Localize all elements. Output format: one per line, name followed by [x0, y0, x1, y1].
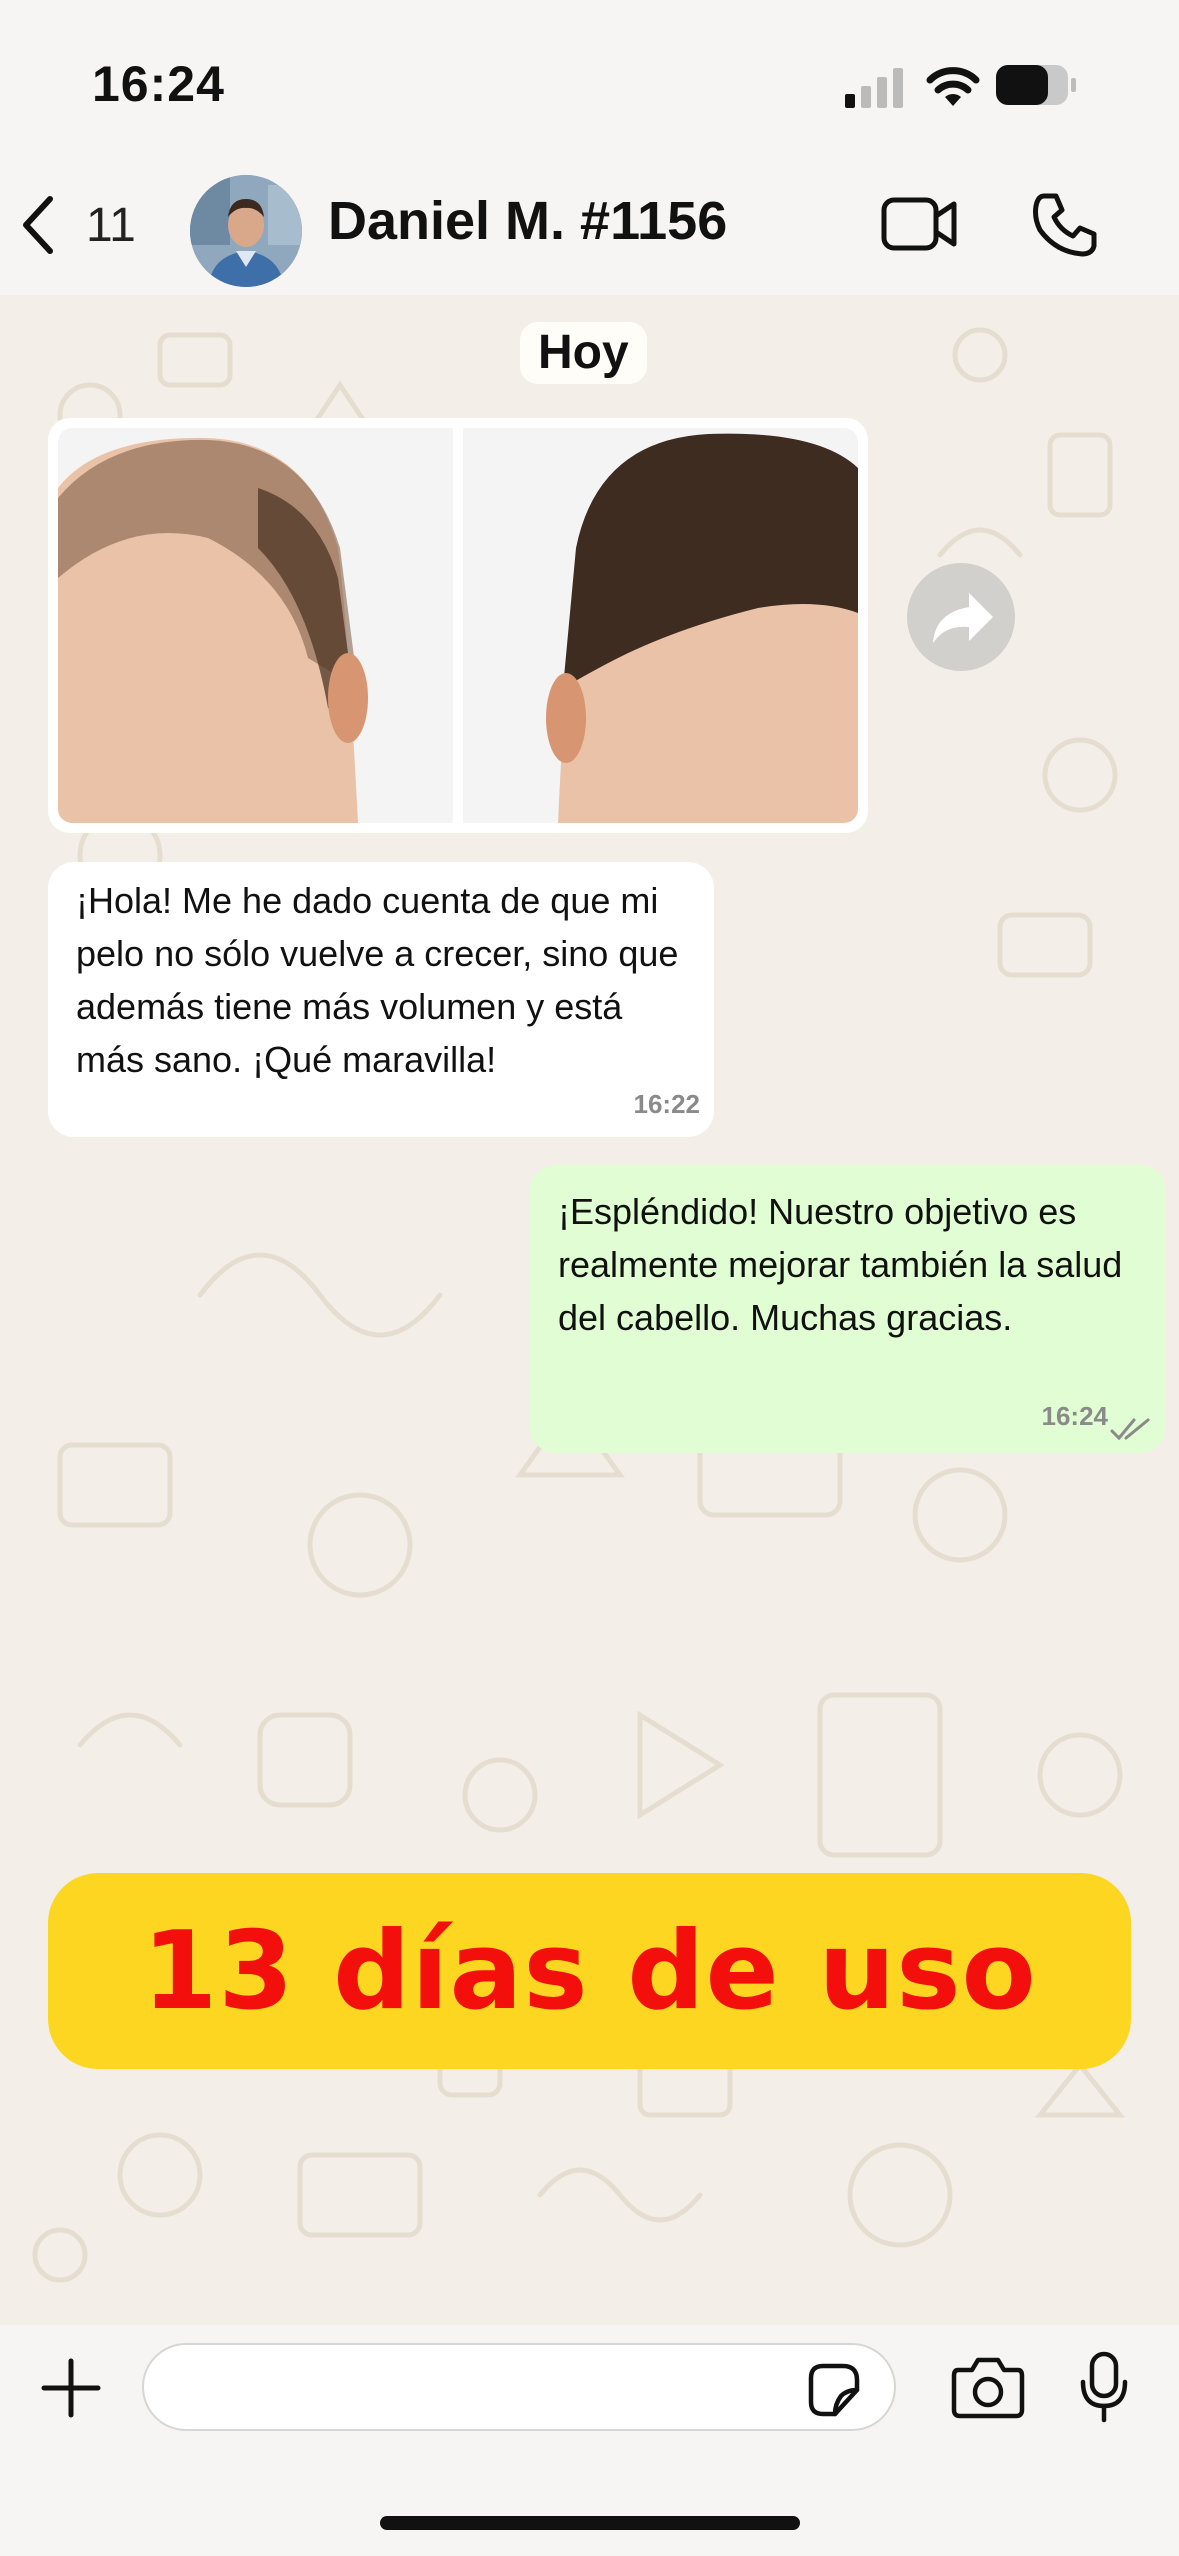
contact-name[interactable]: Daniel M. #1156 [328, 190, 727, 252]
double-check-icon [1110, 1418, 1150, 1441]
forward-button[interactable] [907, 563, 1015, 671]
chevron-left-icon [23, 196, 53, 254]
plus-icon [41, 2358, 101, 2418]
unread-count: 11 [86, 198, 136, 252]
image-message[interactable] [48, 418, 868, 833]
avatar-photo [190, 175, 302, 287]
forward-arrow-icon [933, 593, 993, 643]
status-time: 16:24 [92, 56, 225, 112]
date-separator: Hoy [520, 322, 647, 384]
microphone-button[interactable] [1078, 2350, 1130, 2424]
video-call-button[interactable] [880, 192, 960, 256]
contact-avatar[interactable] [190, 175, 302, 287]
outgoing-message-text: ¡Espléndido! Nuestro objetivo es realmen… [558, 1191, 1123, 1338]
phone-icon [1033, 193, 1097, 257]
sticker-icon [808, 2363, 860, 2417]
usage-days-banner: 13 días de uso [48, 1873, 1131, 2069]
message-input[interactable] [142, 2343, 896, 2431]
voice-call-button[interactable] [1030, 190, 1100, 260]
incoming-message-text: ¡Hola! Me he dado cuenta de que mi pelo … [76, 880, 679, 1080]
wifi-icon [926, 67, 980, 106]
attach-button[interactable] [38, 2355, 104, 2421]
back-button[interactable]: 11 [20, 190, 150, 260]
incoming-message[interactable]: ¡Hola! Me he dado cuenta de que mi pelo … [48, 862, 714, 1137]
camera-button[interactable] [950, 2352, 1026, 2422]
outgoing-message[interactable]: ¡Espléndido! Nuestro objetivo es realmen… [530, 1165, 1166, 1453]
camera-icon [951, 2357, 1025, 2419]
before-after-image [58, 428, 858, 823]
battery-icon [996, 65, 1076, 105]
hair-before-after-photo[interactable] [58, 428, 858, 823]
message-timestamp: 16:24 [1041, 1401, 1109, 1431]
message-timestamp: 16:22 [633, 1089, 701, 1119]
banner-text: 13 días de uso [142, 1908, 1037, 2034]
sticker-button[interactable] [803, 2360, 863, 2420]
cellular-signal-icon [845, 68, 903, 108]
video-camera-icon [881, 197, 957, 251]
microphone-icon [1080, 2351, 1128, 2423]
home-indicator [380, 2516, 800, 2530]
